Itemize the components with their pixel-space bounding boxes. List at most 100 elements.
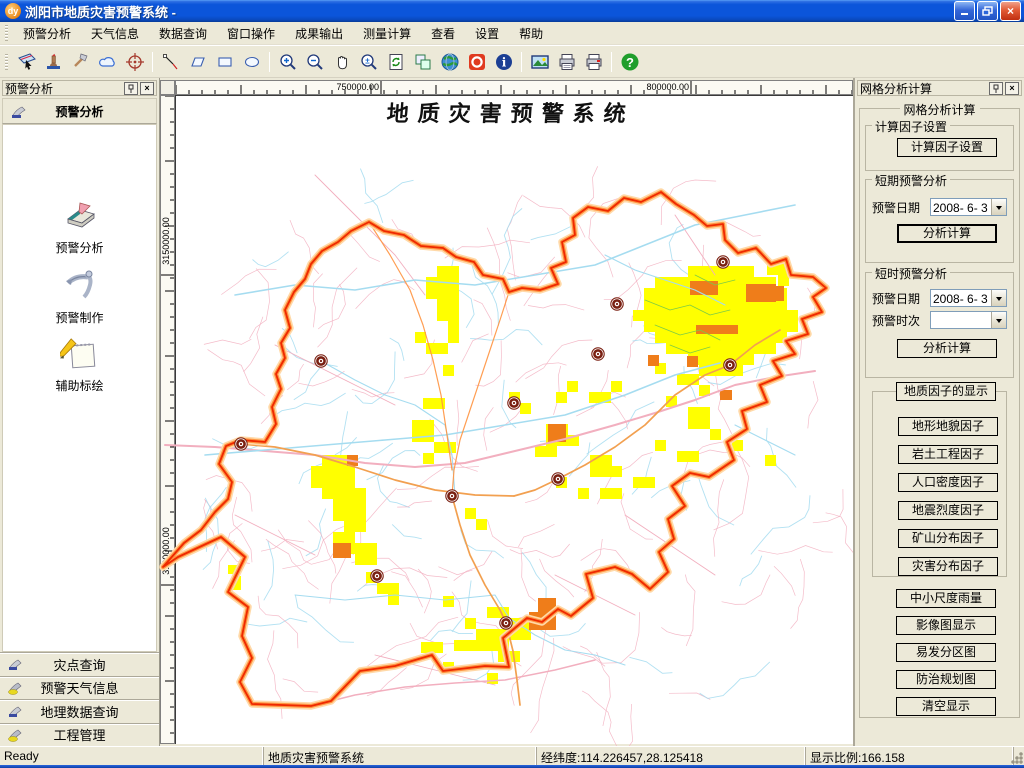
short-time-phase-combo[interactable] <box>930 311 1007 329</box>
toolbar-image-view[interactable] <box>527 49 552 74</box>
short-time-phase-value <box>931 312 991 328</box>
menu-item-weather-info[interactable]: 天气信息 <box>81 22 149 45</box>
left-panel-section-label: 预警分析 <box>55 105 103 119</box>
menu-item-data-query[interactable]: 数据查询 <box>149 22 217 45</box>
clear-display-button[interactable]: 清空显示 <box>896 697 996 716</box>
short-time-calc-button[interactable]: 分析计算 <box>897 339 997 358</box>
geo-factor-display-button[interactable]: 地质因子的显示 <box>896 382 996 401</box>
right-panel-title: 网格分析计算 <box>860 80 987 97</box>
map-title: 地质灾害预警系统 <box>386 101 636 127</box>
resize-grip[interactable] <box>1014 747 1024 765</box>
short-time-date-label: 预警日期 <box>872 290 930 307</box>
image-display-button[interactable]: 影像图显示 <box>896 616 996 635</box>
short-time-date-combo[interactable]: 2008- 6- 3 <box>930 289 1007 307</box>
chevron-down-icon[interactable] <box>991 312 1006 328</box>
toolbar-zoom-extent[interactable]: ± <box>356 49 381 74</box>
vertical-ruler: 3150000.003100000.00 <box>160 95 175 744</box>
geotech-factor-button[interactable]: 岩土工程因子 <box>898 445 998 464</box>
right-panel: 网格分析计算 × 网格分析计算 计算因子设置 计算因子设置 短期预警分析 预警日… <box>855 78 1024 746</box>
toolbar-globe[interactable] <box>437 49 462 74</box>
terrain-factor-button[interactable]: 地形地貌因子 <box>898 417 998 436</box>
sidebar-item-project-manage[interactable]: 工程管理 <box>0 723 159 747</box>
status-app-name: 地质灾害预警系统 <box>264 747 537 765</box>
toolbar-polygon-tool[interactable] <box>185 49 210 74</box>
zoom-out-icon <box>305 52 325 72</box>
toolbar-select-map[interactable] <box>14 49 39 74</box>
mine-factor-button[interactable]: 矿山分布因子 <box>898 529 998 548</box>
sidebar-item-label: 地理数据查询 <box>0 702 159 721</box>
menu-item-measure-calc[interactable]: 测量计算 <box>353 22 421 45</box>
left-panel-section-header[interactable]: 预警分析 <box>2 98 157 124</box>
menu-bar: 预警分析天气信息数据查询窗口操作成果输出测量计算查看设置帮助 <box>0 22 1024 45</box>
chevron-down-icon[interactable] <box>991 199 1006 215</box>
toolbar-grip[interactable] <box>5 54 8 70</box>
short-time-phase-label: 预警时次 <box>872 312 930 329</box>
short-time-groupbox: 短时预警分析 预警日期 2008- 6- 3 预警时次 分析计算 <box>865 272 1014 378</box>
warning-analysis-icon <box>60 199 100 233</box>
ellipse-tool-icon <box>242 52 262 72</box>
seismic-factor-button[interactable]: 地震烈度因子 <box>898 501 998 520</box>
toolbar-ellipse-tool[interactable] <box>239 49 264 74</box>
menu-item-window-ops[interactable]: 窗口操作 <box>217 22 285 45</box>
zoom-extent-icon: ± <box>359 52 379 72</box>
toolbar-zoom-in[interactable] <box>275 49 300 74</box>
calc-factor-legend: 计算因子设置 <box>872 118 950 135</box>
menu-item-view[interactable]: 查看 <box>421 22 465 45</box>
short-term-date-row: 预警日期 2008- 6- 3 <box>872 198 1007 216</box>
restore-button[interactable] <box>977 1 998 21</box>
toolbar-help[interactable]: ? <box>617 49 642 74</box>
sidebar-item-warning-analysis[interactable]: 预警分析 <box>3 199 156 256</box>
toolbar-print-preview[interactable] <box>581 49 606 74</box>
sidebar-item-label: 预警分析 <box>3 239 156 256</box>
toolbar-line-tool[interactable] <box>158 49 183 74</box>
horizontal-ruler: 750000.00800000.00 <box>175 80 853 95</box>
menu-grip[interactable] <box>5 25 8 41</box>
rain-scale-button[interactable]: 中小尺度雨量 <box>896 589 996 608</box>
toolbar-pan-hand[interactable] <box>329 49 354 74</box>
left-panel-pin-button[interactable] <box>124 82 138 95</box>
menu-item-warning-analysis[interactable]: 预警分析 <box>13 22 81 45</box>
toolbar-rectangle-tool[interactable] <box>212 49 237 74</box>
prone-zone-map-button[interactable]: 易发分区图 <box>896 643 996 662</box>
map-drawing[interactable]: 地质灾害预警系统 <box>175 95 853 744</box>
toolbar-hammer-tool[interactable] <box>68 49 93 74</box>
left-panel-content: 预警分析 预警制作 辅助标绘 <box>2 124 157 652</box>
toolbar-info[interactable]: i <box>491 49 516 74</box>
short-term-date-combo[interactable]: 2008- 6- 3 <box>930 198 1007 216</box>
left-panel-close-button[interactable]: × <box>140 82 154 95</box>
sidebar-item-disaster-query[interactable]: 灾点查询 <box>0 652 159 676</box>
sidebar-item-label: 预警制作 <box>3 309 156 326</box>
toolbar-separator <box>611 52 612 72</box>
line-tool-icon <box>161 52 181 72</box>
toolbar-center-target[interactable] <box>122 49 147 74</box>
toolbar-zoom-out[interactable] <box>302 49 327 74</box>
svg-text:3150000.00: 3150000.00 <box>161 217 171 265</box>
sidebar-item-aux-plot[interactable]: 辅助标绘 <box>3 335 156 394</box>
calc-factor-settings-button[interactable]: 计算因子设置 <box>897 138 997 157</box>
hammer-tool-icon <box>71 52 91 72</box>
minimize-button[interactable] <box>954 1 975 21</box>
menu-item-help[interactable]: 帮助 <box>509 22 553 45</box>
toolbar-cloud-tool[interactable] <box>95 49 120 74</box>
toolbar-print[interactable] <box>554 49 579 74</box>
menu-item-settings[interactable]: 设置 <box>465 22 509 45</box>
menu-item-result-output[interactable]: 成果输出 <box>285 22 353 45</box>
prevention-plan-map-button[interactable]: 防治规划图 <box>896 670 996 689</box>
short-term-calc-button[interactable]: 分析计算 <box>897 224 997 243</box>
population-factor-button[interactable]: 人口密度因子 <box>898 473 998 492</box>
svg-text:750000.00: 750000.00 <box>336 82 379 92</box>
close-button[interactable]: × <box>1000 1 1021 21</box>
sidebar-item-warning-weather-info[interactable]: 预警天气信息 <box>0 676 159 700</box>
toolbar-refresh-page[interactable] <box>383 49 408 74</box>
sidebar-item-warning-make[interactable]: 预警制作 <box>3 267 156 326</box>
toolbar-copy-layers[interactable] <box>410 49 435 74</box>
grid-analysis-legend: 网格分析计算 <box>899 101 979 118</box>
sidebar-item-geo-data-query[interactable]: 地理数据查询 <box>0 699 159 723</box>
chevron-down-icon[interactable] <box>991 290 1006 306</box>
toolbar-stop[interactable] <box>464 49 489 74</box>
disaster-factor-button[interactable]: 灾害分布因子 <box>898 557 998 576</box>
toolbar-stamp-tool[interactable] <box>41 49 66 74</box>
right-panel-close-button[interactable]: × <box>1005 82 1019 95</box>
svg-text:?: ? <box>626 55 634 70</box>
right-panel-pin-button[interactable] <box>989 82 1003 95</box>
